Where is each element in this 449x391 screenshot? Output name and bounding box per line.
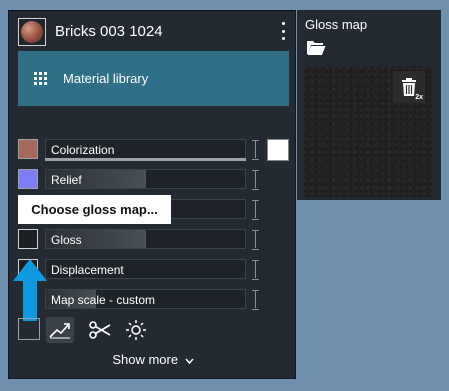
relief-label: Relief	[51, 173, 82, 187]
folder-open-icon[interactable]	[306, 39, 326, 56]
sun-button[interactable]	[124, 318, 148, 342]
arrow-up-indicator-icon	[13, 259, 47, 321]
channel-row-colorization: Colorization	[18, 139, 298, 160]
relief-swatch[interactable]	[18, 169, 38, 189]
colorization-slider-underline	[45, 158, 246, 161]
scissors-icon	[89, 321, 111, 339]
material-panel: Bricks 003 1024 Material library Coloriz…	[8, 10, 296, 379]
hidden-channel-link-icon[interactable]	[252, 200, 260, 220]
grid-icon	[34, 72, 47, 85]
gloss-swatch[interactable]	[18, 229, 38, 249]
map-scale-link-icon[interactable]	[252, 290, 260, 310]
colorization-swatch[interactable]	[18, 139, 38, 159]
map-scale-label: Map scale - custom	[51, 293, 156, 307]
channel-row-map-scale: Map scale - custom	[18, 289, 268, 310]
chevron-down-icon	[185, 358, 194, 364]
colorization-slider[interactable]: Colorization	[45, 139, 246, 159]
choose-gloss-map-tooltip[interactable]: Choose gloss map...	[18, 195, 171, 224]
curve-button[interactable]	[46, 317, 74, 343]
curve-icon	[49, 323, 70, 339]
material-name: Bricks 003 1024	[55, 23, 163, 40]
gloss-map-panel: Gloss map 2x	[297, 10, 441, 200]
displacement-label: Displacement	[51, 263, 124, 277]
channel-row-relief: Relief	[18, 169, 268, 190]
material-library-button[interactable]: Material library	[18, 51, 289, 106]
gloss-slider[interactable]: Gloss	[45, 229, 246, 249]
material-sphere-preview	[21, 21, 43, 43]
empty-swatch-button[interactable]	[18, 318, 40, 340]
channel-row-gloss: Gloss	[18, 229, 268, 250]
show-more-button[interactable]: Show more	[9, 352, 297, 367]
sun-icon	[126, 320, 146, 340]
gloss-map-title: Gloss map	[305, 17, 368, 32]
gloss-label: Gloss	[51, 233, 82, 247]
show-more-label: Show more	[112, 352, 179, 367]
map-scale-slider[interactable]: Map scale - custom	[45, 289, 246, 309]
relief-link-icon[interactable]	[252, 170, 260, 190]
kebab-menu-icon[interactable]	[279, 22, 287, 40]
material-thumbnail[interactable]	[18, 18, 46, 46]
channel-row-displacement: Displacement	[18, 259, 268, 280]
colorization-label: Colorization	[51, 143, 115, 157]
colorization-link-icon[interactable]	[252, 140, 260, 160]
gloss-link-icon[interactable]	[252, 230, 260, 250]
colorization-color-box[interactable]	[267, 139, 289, 161]
trash-badge: 2x	[415, 94, 423, 101]
material-library-label: Material library	[63, 71, 149, 86]
relief-slider[interactable]: Relief	[45, 169, 246, 189]
scissors-button[interactable]	[88, 318, 112, 342]
displacement-link-icon[interactable]	[252, 260, 260, 280]
displacement-slider[interactable]: Displacement	[45, 259, 246, 279]
remove-map-button[interactable]: 2x	[393, 71, 425, 103]
